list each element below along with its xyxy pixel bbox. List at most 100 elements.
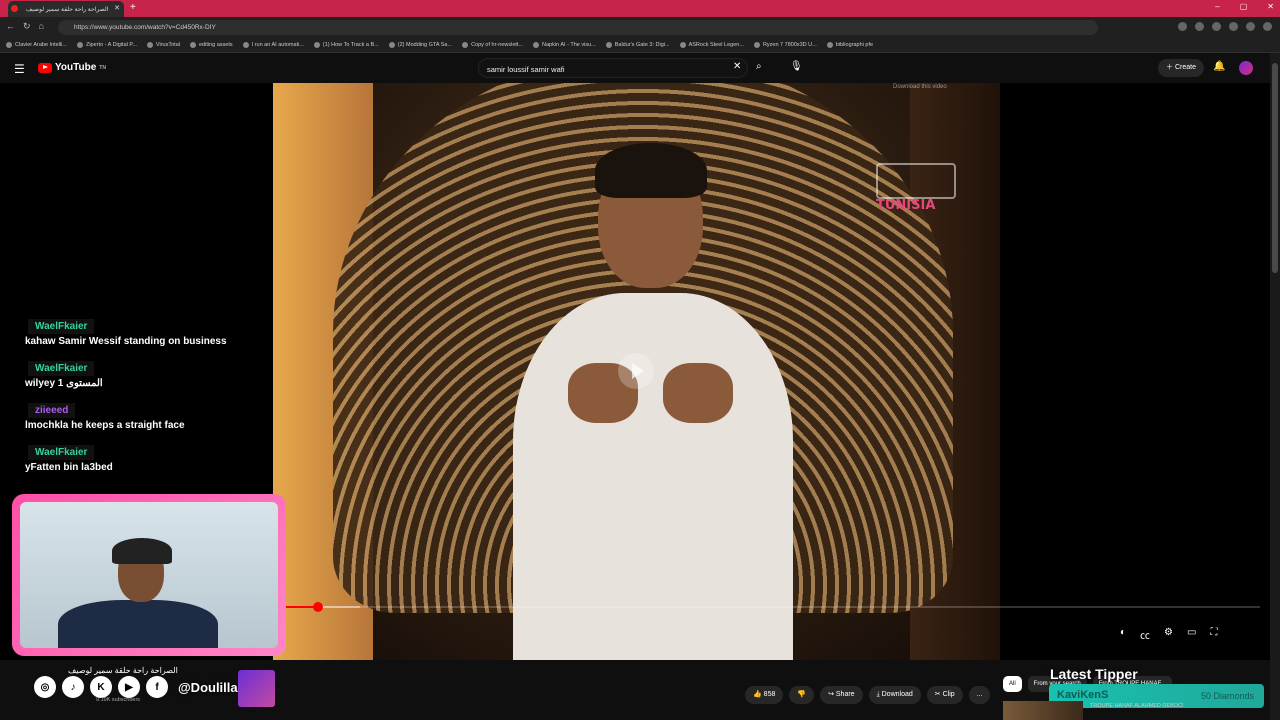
bookmark-icon <box>6 42 12 48</box>
notifications-bell-icon[interactable]: 🔔 <box>1213 61 1225 72</box>
chat-message: ziieeed lmochkla he keeps a straight fac… <box>18 400 273 442</box>
tiktok-icon: ♪ <box>62 676 84 698</box>
back-icon[interactable]: ← <box>6 21 15 32</box>
facebook-icon: f <box>146 676 168 698</box>
browser-nav: ← ↻ ⌂ <box>6 21 44 32</box>
search-icon[interactable]: ⌕ <box>756 61 762 72</box>
headset-icon <box>112 538 172 564</box>
youtube-logo[interactable]: YouTube TN <box>38 62 106 73</box>
new-tab-button[interactable]: + <box>130 2 136 13</box>
chat-message: WaelFkaier wilyey 1 المستوى <box>18 358 273 400</box>
microphone-icon[interactable]: 🎙 <box>790 61 803 72</box>
bookmark[interactable]: (1) How To Track a B... <box>313 42 379 48</box>
extension-icon[interactable] <box>1246 22 1255 31</box>
video-title: الصراحة راحة حلقة سمير لوصيف <box>68 666 178 675</box>
right-hand <box>663 363 733 423</box>
extension-icon[interactable] <box>1212 22 1221 31</box>
related-video-title[interactable]: TROUPE HANAF ALAHMED DEBOCI <box>1090 703 1184 709</box>
related-video-thumbnail[interactable] <box>1003 701 1083 720</box>
extension-icon[interactable] <box>1195 22 1204 31</box>
social-links-overlay: ◎ ♪ K ▶ f @Doulilla <box>34 676 238 698</box>
window-controls: – ▢ ✕ <box>1215 2 1274 11</box>
chat-text: yFatten bin la3bed <box>25 462 113 473</box>
more-actions-button[interactable]: ... <box>968 686 991 704</box>
bookmark[interactable]: Copy of hr-newslett... <box>462 42 523 48</box>
tipper-name: KaviKenS <box>1057 689 1109 701</box>
create-button[interactable]: ＋ Create <box>1158 59 1204 77</box>
folder-icon <box>826 42 833 48</box>
address-bar[interactable]: https://www.youtube.com/watch?v=Cd450Rx-… <box>58 20 1098 35</box>
dislike-button[interactable]: 👎 <box>789 686 815 704</box>
tunisia-watermark: TUNISIA <box>876 198 936 213</box>
close-tab-icon[interactable]: ✕ <box>114 4 120 12</box>
bookmark[interactable]: ASRock Steel Legen... <box>679 42 744 48</box>
maximize-button[interactable]: ▢ <box>1240 2 1248 11</box>
youtube-header: ☰ YouTube TN samir loussif samir wafi ✕ … <box>0 53 1280 83</box>
chat-username: WaelFkaier <box>28 361 95 376</box>
folder-icon <box>189 42 196 48</box>
play-overlay-icon[interactable] <box>618 353 654 389</box>
extension-icon[interactable] <box>1229 22 1238 31</box>
bookmark-icon <box>605 42 612 48</box>
tipper-amount: 50 Diamonds <box>1200 691 1254 701</box>
download-video-tooltip[interactable]: Download this video <box>893 84 947 90</box>
bookmark[interactable]: Napkin AI - The visu... <box>533 42 596 48</box>
clear-search-icon[interactable]: ✕ <box>733 61 741 72</box>
progress-bar[interactable] <box>285 602 1260 612</box>
hamburger-menu-icon[interactable]: ☰ <box>14 62 25 76</box>
bookmark[interactable]: Ryzen 7 7800x3D U... <box>753 42 817 48</box>
chat-username: WaelFkaier <box>28 445 95 460</box>
bookmark[interactable]: editing assets <box>189 42 233 48</box>
player-controls-right: ◐ ㏄ ⚙ ▭ ⛶ <box>1120 627 1217 642</box>
youtube-play-icon <box>38 62 52 73</box>
chat-message: WaelFkaier yFatten bin la3bed <box>18 442 273 484</box>
latest-tipper-label: Latest Tipper <box>1050 666 1138 682</box>
white-shirt <box>513 293 793 660</box>
captions-icon[interactable]: ㏄ <box>1140 627 1150 642</box>
clip-button[interactable]: ✂ Clip <box>926 686 963 704</box>
close-window-button[interactable]: ✕ <box>1267 2 1274 11</box>
youtube-favicon-icon <box>11 5 18 12</box>
chip-all[interactable]: All <box>1003 676 1022 692</box>
bookmark[interactable]: Clavier Arabe Intelli... <box>6 42 67 48</box>
settings-gear-icon[interactable]: ⚙ <box>1164 627 1173 642</box>
fullscreen-icon[interactable]: ⛶ <box>1210 627 1217 642</box>
bookmark[interactable]: Ziperto - A Digital P... <box>76 42 137 48</box>
extension-icon[interactable] <box>1178 22 1187 31</box>
like-button[interactable]: 👍 858 <box>745 686 784 704</box>
scrollbar-thumb[interactable] <box>1272 63 1278 273</box>
chat-text: lmochkla he keeps a straight face <box>25 420 185 431</box>
minimize-button[interactable]: – <box>1215 2 1219 11</box>
download-button[interactable]: ⤓ Download <box>868 686 921 704</box>
bookmark[interactable]: I run an AI automati... <box>242 42 304 48</box>
bookmark-icon <box>313 42 320 48</box>
webcam-overlay <box>12 494 286 656</box>
bookmark-icon <box>533 42 540 48</box>
bookmark[interactable]: VirusTotal <box>146 42 180 48</box>
profile-icon[interactable] <box>1263 22 1272 31</box>
home-icon[interactable]: ⌂ <box>39 21 44 32</box>
bookmark[interactable]: Baldur's Gate 3: Digi... <box>605 42 670 48</box>
stream-chat-overlay: WaelFkaier kahaw Samir Wessif standing o… <box>18 316 273 484</box>
browser-tab[interactable]: الصراحة راحة حلقة سمير لوصيف ✕ <box>8 1 124 17</box>
video-frame[interactable]: TUNISIA Download this video <box>273 83 1000 660</box>
bookmark[interactable]: bibliographi pfe <box>826 42 873 48</box>
account-avatar[interactable] <box>1239 61 1253 75</box>
instagram-icon: ◎ <box>34 676 56 698</box>
autoplay-toggle-icon[interactable]: ◐ <box>1120 627 1126 642</box>
browser-tab-bar: الصراحة راحة حلقة سمير لوصيف ✕ + – ▢ ✕ <box>0 0 1280 17</box>
hair <box>595 143 707 198</box>
page-scrollbar[interactable] <box>1270 53 1280 720</box>
subscriber-count: 9.19K subscribers <box>96 697 141 703</box>
bookmark[interactable]: (2) Modding GTA Sa... <box>388 42 452 48</box>
interviewee-figure <box>473 133 803 660</box>
bookmark-icon <box>753 42 760 48</box>
kick-icon: K <box>90 676 112 698</box>
theater-mode-icon[interactable]: ▭ <box>1187 627 1196 642</box>
chat-text: kahaw Samir Wessif standing on business <box>25 336 227 347</box>
refresh-icon[interactable]: ↻ <box>23 21 31 32</box>
search-input[interactable]: samir loussif samir wafi <box>478 58 748 78</box>
channel-avatar[interactable] <box>238 670 275 707</box>
share-button[interactable]: ↪ Share <box>820 686 863 704</box>
bookmark-icon <box>146 42 153 48</box>
